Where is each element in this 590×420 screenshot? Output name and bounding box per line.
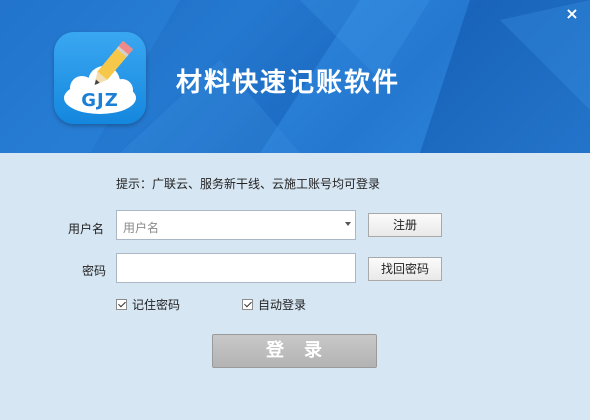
login-button[interactable]: 登 录 <box>212 334 377 368</box>
password-label: 密码 <box>82 264 107 278</box>
checkbox-checked-icon[interactable] <box>116 298 127 310</box>
header-banner: × GJZ 材料快速记账软件 <box>0 0 590 153</box>
password-field[interactable] <box>116 253 356 283</box>
checkbox-checked-icon[interactable] <box>242 298 253 310</box>
register-button[interactable]: 注册 <box>368 213 442 237</box>
remember-password-checkbox[interactable]: 记住密码 <box>116 296 180 312</box>
username-placeholder: 用户名 <box>123 221 160 235</box>
login-tip: 提示：广联云、服务新干线、云施工账号均可登录 <box>116 177 381 191</box>
auto-login-checkbox[interactable]: 自动登录 <box>242 296 306 312</box>
username-label: 用户名 <box>68 222 105 236</box>
remember-password-label: 记住密码 <box>132 297 181 312</box>
find-password-button[interactable]: 找回密码 <box>368 257 442 281</box>
auto-login-label: 自动登录 <box>258 297 307 312</box>
close-icon[interactable]: × <box>564 6 580 22</box>
app-title: 材料快速记账软件 <box>176 68 401 98</box>
dropdown-arrow-icon[interactable] <box>345 222 351 226</box>
logo-text: GJZ <box>81 90 119 111</box>
username-combobox[interactable]: 用户名 <box>116 210 356 240</box>
app-logo: GJZ <box>54 32 146 124</box>
